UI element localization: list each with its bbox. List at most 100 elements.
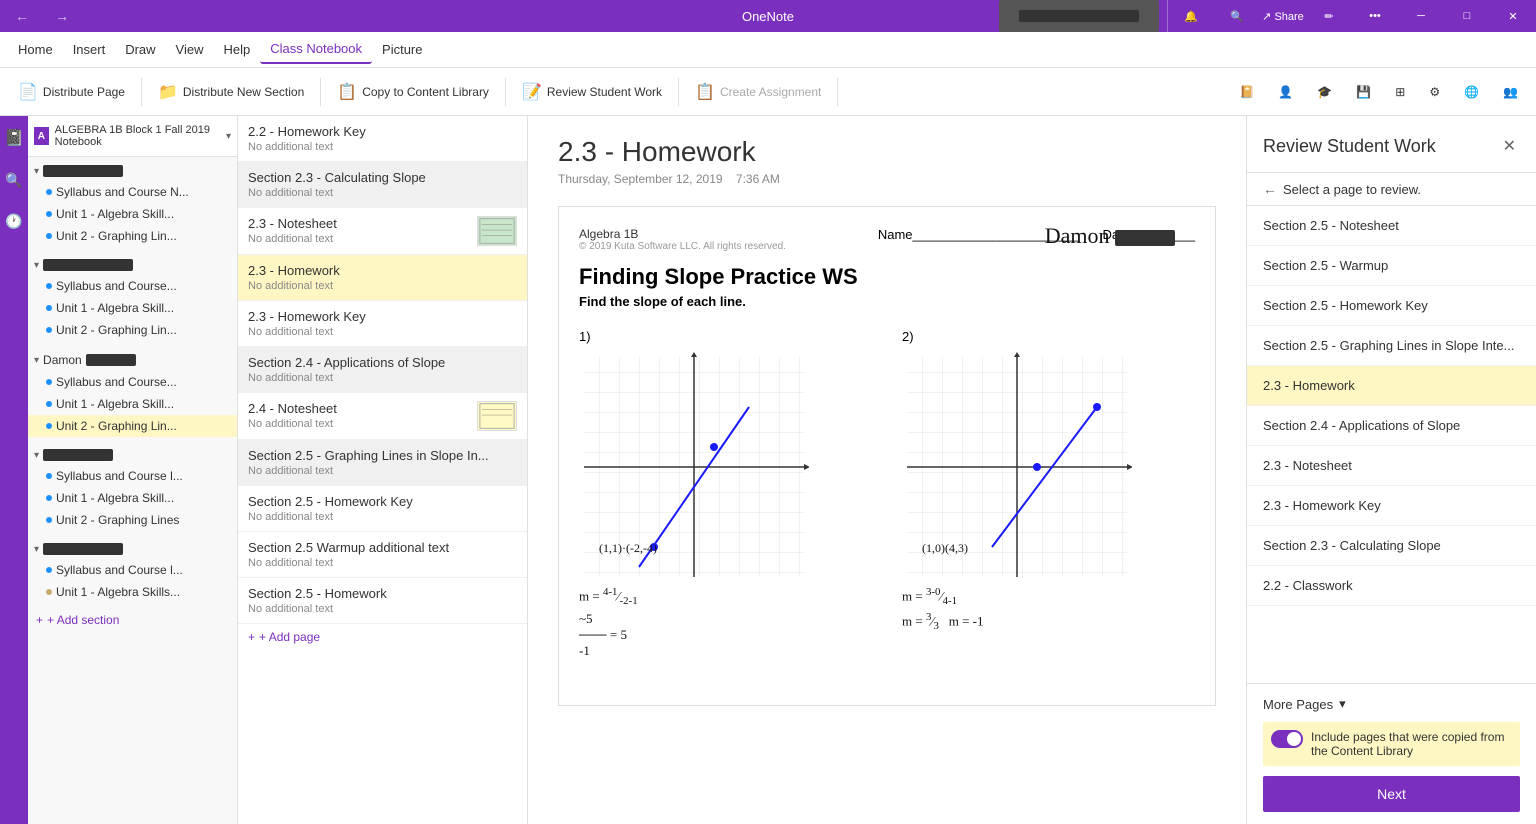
share-button[interactable]: 🔔 xyxy=(1168,0,1214,32)
sep4 xyxy=(678,78,679,106)
list-item[interactable]: Unit 1 - Algebra Skill... xyxy=(28,297,237,319)
rp-item-1[interactable]: Section 2.5 - Notesheet xyxy=(1247,206,1536,246)
review-panel: Review Student Work ✕ ← Select a page to… xyxy=(1246,116,1536,824)
list-item[interactable]: Unit 2 - Graphing Lin... xyxy=(28,225,237,247)
section-header-4[interactable]: ▾ xyxy=(28,539,237,559)
section-item[interactable]: 2.3 - Homework Key No additional text xyxy=(238,301,527,347)
section-header-1[interactable]: ▾ xyxy=(28,161,237,181)
section-header-2[interactable]: ▾ xyxy=(28,255,237,275)
section-heading-item-2[interactable]: Section 2.4 - Applications of Slope No a… xyxy=(238,347,527,393)
notebook-header[interactable]: A ALGEBRA 1B Block 1 Fall 2019 Notebook … xyxy=(28,116,237,157)
hw-course: Algebra 1B © 2019 Kuta Software LLC. All… xyxy=(579,227,786,260)
distribute-section-button[interactable]: 📁 Distribute New Section xyxy=(148,76,314,108)
distribute-page-button[interactable]: 📄 Distribute Page xyxy=(8,76,135,108)
sp-name: 2.2 - Homework Key xyxy=(248,124,517,139)
review-student-icon: 📝 xyxy=(522,82,542,102)
rp-close-button[interactable]: ✕ xyxy=(1499,132,1520,160)
redacted-name-2 xyxy=(43,259,133,271)
rp-item-4[interactable]: Section 2.5 - Graphing Lines in Slope In… xyxy=(1247,326,1536,366)
list-item[interactable]: Syllabus and Course... xyxy=(28,371,237,393)
save-icon-btn[interactable]: 💾 xyxy=(1346,79,1381,105)
globe-icon-btn[interactable]: 🌐 xyxy=(1454,79,1489,105)
section-item[interactable]: Section 2.5 Warmup additional text No ad… xyxy=(238,532,527,578)
next-button[interactable]: Next xyxy=(1263,776,1520,812)
menu-help[interactable]: Help xyxy=(214,36,261,63)
list-item[interactable]: Unit 2 - Graphing Lines xyxy=(28,509,237,531)
person-icon-btn[interactable]: 👤 xyxy=(1268,79,1303,105)
list-item[interactable]: Syllabus and Course N... xyxy=(28,181,237,203)
section-heading-item[interactable]: Section 2.3 - Calculating Slope No addit… xyxy=(238,162,527,208)
rp-item-9[interactable]: 2.2 - Classwork xyxy=(1247,566,1536,606)
search-icon-btn[interactable]: 🔍 xyxy=(1214,0,1260,32)
back-button[interactable]: ← xyxy=(8,2,36,30)
minimize-button[interactable]: ─ xyxy=(1398,0,1444,32)
sidebar-search-icon[interactable]: 🔍 xyxy=(1,168,26,193)
people-icon-btn[interactable]: 👥 xyxy=(1493,79,1528,105)
grid-icon-btn[interactable]: ⊞ xyxy=(1385,79,1415,105)
rp-item-5[interactable]: Section 2.4 - Applications of Slope xyxy=(1247,406,1536,446)
list-item-active[interactable]: Unit 2 - Graphing Lin... xyxy=(28,415,237,437)
rp-item-6[interactable]: 2.3 - Notesheet xyxy=(1247,446,1536,486)
section-heading-item-3[interactable]: Section 2.5 - Graphing Lines in Slope In… xyxy=(238,440,527,486)
list-item[interactable]: Unit 2 - Graphing Lin... xyxy=(28,319,237,341)
more-btn[interactable]: ••• xyxy=(1352,0,1398,32)
rp-item-active[interactable]: 2.3 - Homework xyxy=(1247,366,1536,406)
rp-item-2[interactable]: Section 2.5 - Warmup xyxy=(1247,246,1536,286)
create-assignment-button[interactable]: 📋 Create Assignment xyxy=(685,76,831,108)
rp-item-7[interactable]: 2.3 - Homework Key xyxy=(1247,486,1536,526)
notebook-icon-btn[interactable]: 📔 xyxy=(1229,79,1264,105)
section-item[interactable]: 2.4 - Notesheet No additional text xyxy=(238,393,527,440)
menu-draw[interactable]: Draw xyxy=(115,36,165,63)
maximize-button[interactable]: □ xyxy=(1444,0,1490,32)
settings-icon-btn[interactable]: ⚙ xyxy=(1419,79,1450,105)
close-button[interactable]: ✕ xyxy=(1490,0,1536,32)
menu-home[interactable]: Home xyxy=(8,36,63,63)
sp-sub: No additional text xyxy=(248,511,517,523)
sp-sub: No additional text xyxy=(248,557,517,569)
page-name: Unit 1 - Algebra Skill... xyxy=(56,491,231,505)
rp-back[interactable]: ← Select a page to review. xyxy=(1247,173,1536,206)
section-item[interactable]: 2.2 - Homework Key No additional text xyxy=(238,116,527,162)
forward-button[interactable]: → xyxy=(48,2,76,30)
section-heading-sub-2: No additional text xyxy=(248,372,517,384)
list-item[interactable]: Unit 1 - Algebra Skill... xyxy=(28,393,237,415)
list-item[interactable]: Unit 1 - Algebra Skill... xyxy=(28,203,237,225)
section-group-2: ▾ Syllabus and Course... Unit 1 - Algebr… xyxy=(28,251,237,345)
page-dot xyxy=(46,305,52,311)
include-toggle[interactable] xyxy=(1271,730,1303,748)
menu-picture[interactable]: Picture xyxy=(372,36,432,63)
page-dot xyxy=(46,379,52,385)
menu-insert[interactable]: Insert xyxy=(63,36,116,63)
section-item[interactable]: Section 2.5 - Homework Key No additional… xyxy=(238,486,527,532)
sidebar-book-icon[interactable]: 📓 xyxy=(0,124,28,152)
list-item[interactable]: Syllabus and Course l... xyxy=(28,465,237,487)
copy-content-button[interactable]: 📋 Copy to Content Library xyxy=(327,76,499,108)
pen-btn[interactable]: ✏ xyxy=(1306,0,1352,32)
add-section-icon: + xyxy=(36,613,43,627)
section-item[interactable]: 2.3 - Notesheet No additional text xyxy=(238,208,527,255)
sidebar-recent-icon[interactable]: 🕐 xyxy=(1,209,26,234)
rp-item-3[interactable]: Section 2.5 - Homework Key xyxy=(1247,286,1536,326)
list-item[interactable]: Unit 1 - Algebra Skill... xyxy=(28,487,237,509)
course-name: Algebra 1B xyxy=(579,227,786,241)
menu-view[interactable]: View xyxy=(166,36,214,63)
section-header-damon[interactable]: ▾ Damon xyxy=(28,349,237,371)
page-dot xyxy=(46,327,52,333)
chevron-icon-damon: ▾ xyxy=(34,355,39,366)
add-page-button[interactable]: + + Add page xyxy=(238,624,527,650)
section-heading-sub: No additional text xyxy=(248,187,517,199)
grad-icon-btn[interactable]: 🎓 xyxy=(1307,79,1342,105)
main-layout: 📓 🔍 🕐 A ALGEBRA 1B Block 1 Fall 2019 Not… xyxy=(0,116,1536,824)
menu-class-notebook[interactable]: Class Notebook xyxy=(260,35,372,64)
share-btn[interactable]: ↗ Share xyxy=(1260,0,1306,32)
list-item[interactable]: Syllabus and Course... xyxy=(28,275,237,297)
section-item-active[interactable]: 2.3 - Homework No additional text xyxy=(238,255,527,301)
section-item[interactable]: Section 2.5 - Homework No additional tex… xyxy=(238,578,527,624)
add-section-button[interactable]: + + Add section xyxy=(28,607,237,633)
section-header-3[interactable]: ▾ xyxy=(28,445,237,465)
list-item[interactable]: Unit 1 - Algebra Skills... xyxy=(28,581,237,603)
rp-item-8[interactable]: Section 2.3 - Calculating Slope xyxy=(1247,526,1536,566)
more-pages-toggle[interactable]: More Pages ▾ xyxy=(1263,696,1520,712)
review-student-button[interactable]: 📝 Review Student Work xyxy=(512,76,672,108)
list-item[interactable]: Syllabus and Course l... xyxy=(28,559,237,581)
